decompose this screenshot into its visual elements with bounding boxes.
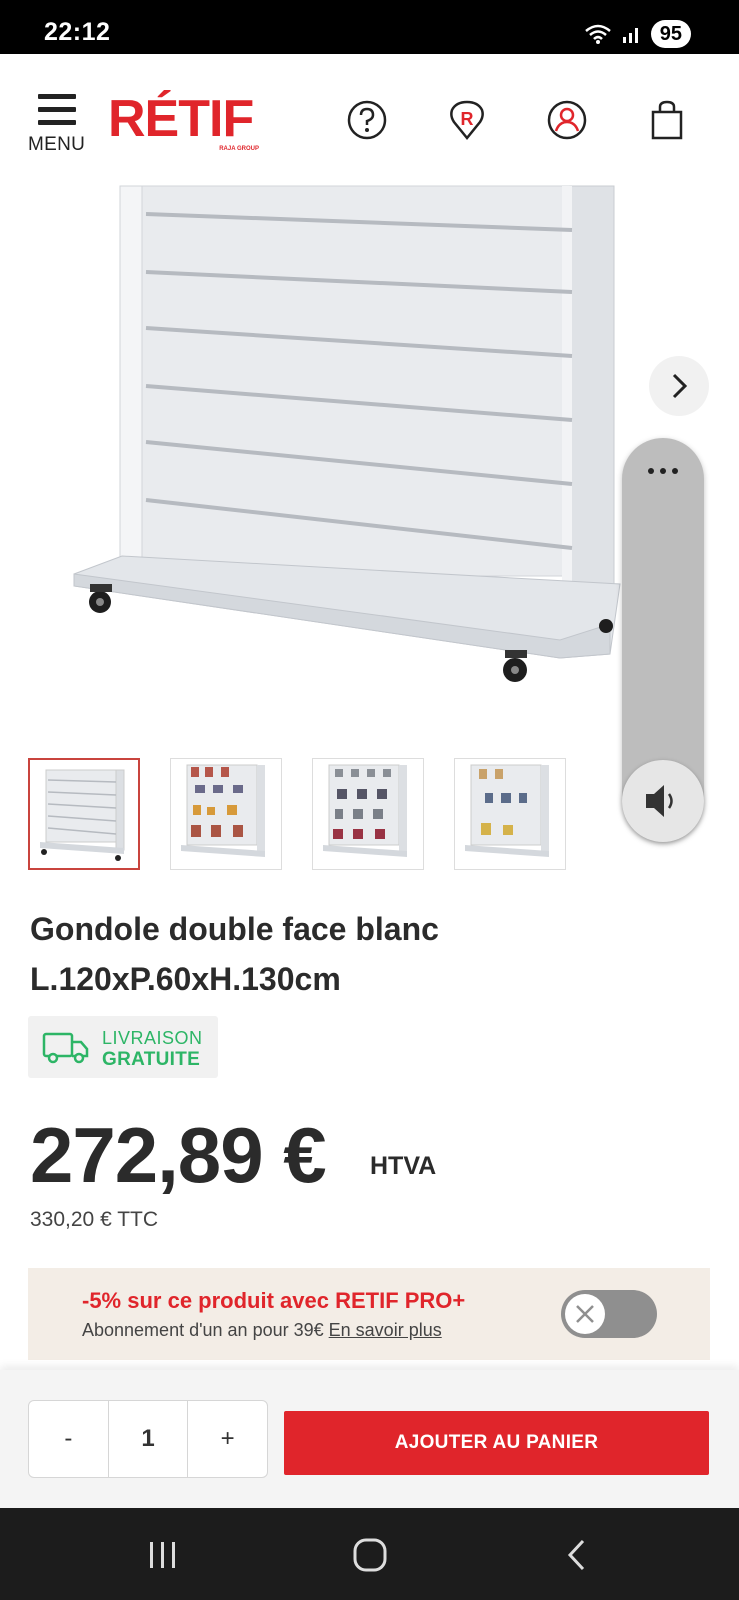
back-icon[interactable] [553, 1530, 603, 1580]
status-bar: 22:12 95 [0, 0, 739, 54]
product-title-line2: L.120xP.60xH.130cm [30, 961, 341, 997]
system-navigation-bar [0, 1508, 739, 1600]
account-icon[interactable] [545, 98, 589, 142]
learn-more-link[interactable]: En savoir plus [329, 1320, 442, 1340]
cart-icon[interactable] [645, 98, 689, 142]
help-icon[interactable] [345, 98, 389, 142]
price-unit-label: HTVA [370, 1152, 437, 1180]
quantity-stepper: - 1 + [28, 1400, 268, 1478]
site-header: MENU RÉTIF RAJA GROUP R [0, 54, 739, 184]
next-image-button[interactable] [649, 356, 709, 416]
speaker-icon [646, 785, 673, 817]
thumbnail-2[interactable] [170, 758, 282, 870]
recent-apps-icon[interactable] [138, 1530, 188, 1580]
signal-icon [622, 28, 638, 43]
product-title-line1: Gondole double face blanc [30, 911, 439, 947]
promo-subtitle: Abonnement d'un an pour 39€ En savoir pl… [82, 1320, 442, 1341]
svg-text:R: R [461, 109, 474, 129]
price-ttc: 330,20 € TTC [30, 1208, 159, 1231]
chevron-right-icon [672, 373, 688, 399]
add-to-cart-bar: - 1 + AJOUTER AU PANIER [0, 1370, 739, 1508]
price-htva: 272,89 € [30, 1111, 327, 1199]
volume-panel[interactable] [622, 438, 704, 842]
truck-icon [42, 1032, 89, 1064]
delivery-label-line2: GRATUITE [102, 1049, 201, 1070]
status-icons: 95 [583, 20, 691, 48]
thumbnail-image [181, 764, 265, 857]
free-delivery-badge: LIVRAISON GRATUITE [28, 1016, 218, 1078]
logo-text: RÉTIF [108, 90, 254, 148]
store-locator-icon[interactable]: R [445, 98, 489, 142]
logo-subtext: RAJA GROUP [219, 146, 259, 152]
pro-plus-toggle[interactable] [561, 1290, 657, 1338]
thumbnail-4[interactable] [454, 758, 566, 870]
thumbnail-image [465, 764, 549, 857]
battery-badge: 95 [650, 20, 691, 48]
promo-title: -5% sur ce produit avec RETIF PRO+ [82, 1288, 466, 1313]
sound-button[interactable] [622, 760, 704, 842]
thumbnail-1[interactable] [28, 758, 140, 870]
more-options-icon[interactable] [648, 468, 678, 474]
thumbnail-image [323, 764, 407, 857]
retif-pro-promo: -5% sur ce produit avec RETIF PRO+ Abonn… [28, 1268, 710, 1360]
thumbnail-3[interactable] [312, 758, 424, 870]
close-icon [576, 1305, 594, 1323]
site-logo[interactable]: RÉTIF RAJA GROUP [108, 92, 263, 152]
promo-subtitle-text: Abonnement d'un an pour 39€ [82, 1320, 324, 1340]
decrease-quantity-button[interactable]: - [29, 1401, 108, 1477]
toggle-knob [565, 1294, 605, 1334]
home-icon[interactable] [345, 1530, 395, 1580]
menu-label: MENU [28, 134, 86, 155]
add-to-cart-button[interactable]: AJOUTER AU PANIER [284, 1411, 709, 1475]
wifi-icon [584, 24, 611, 44]
increase-quantity-button[interactable]: + [187, 1401, 267, 1477]
delivery-label-line1: LIVRAISON [102, 1028, 203, 1048]
product-title: Gondole double face blanc L.120xP.60xH.1… [30, 904, 590, 1004]
thumbnail-image [40, 769, 125, 861]
status-time: 22:12 [44, 18, 111, 46]
quantity-input[interactable]: 1 [107, 1401, 188, 1477]
